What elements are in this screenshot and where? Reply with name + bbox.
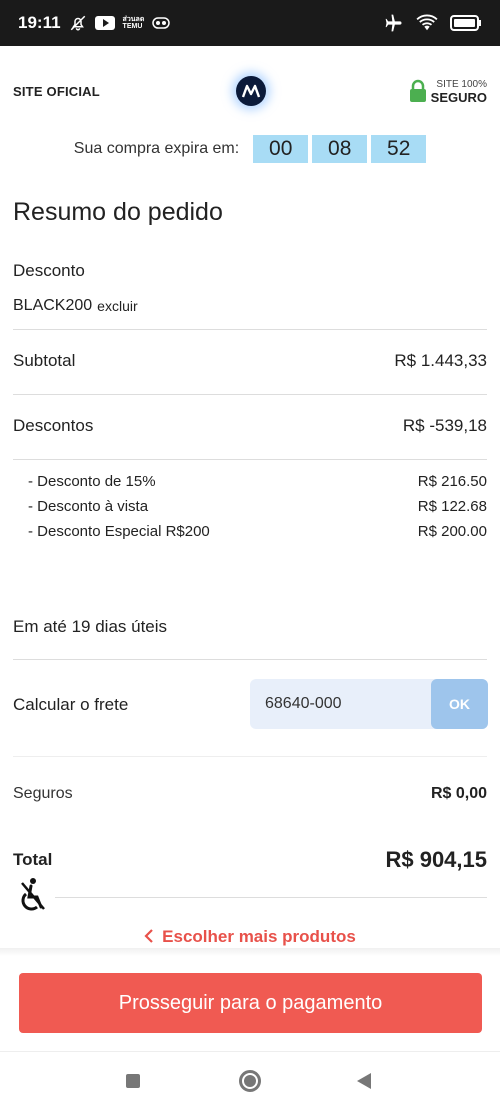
status-icons-right [384, 13, 482, 33]
choose-more-products-link[interactable]: Escolher mais produtos [0, 927, 500, 947]
secure-big-text: SEGURO [430, 90, 487, 105]
bottom-separator [0, 948, 500, 956]
discount-item: - Desconto Especial R$200 R$ 200.00 [28, 523, 487, 540]
expiry-timer: Sua compra expira em: 00 08 52 [0, 135, 500, 163]
motorola-logo[interactable] [236, 76, 266, 106]
divider [13, 659, 487, 660]
timer-hours: 00 [253, 135, 309, 163]
bell-off-icon [70, 15, 85, 31]
discount-item: - Desconto à vista R$ 122.68 [28, 498, 487, 515]
site-oficial-label: SITE OFICIAL [13, 84, 100, 99]
shipping-row: Calcular o frete [13, 695, 240, 715]
timer-label: Sua compra expira em: [73, 140, 240, 157]
subtotal-value: R$ 1.443,33 [394, 351, 487, 370]
motorola-m-icon [241, 84, 261, 98]
cep-input[interactable]: 68640-000 [250, 695, 431, 713]
lock-icon [409, 79, 426, 102]
status-time: 19:11 [18, 13, 61, 32]
accessibility-icon[interactable] [18, 877, 48, 911]
total-row: Total R$ 904,15 [13, 847, 487, 873]
coupon-code: BLACK200 [13, 297, 93, 314]
subtotal-label: Subtotal [13, 351, 76, 370]
app-icon [152, 17, 171, 29]
delivery-text: Em até 19 dias úteis [13, 617, 168, 636]
discount-item-value: R$ 122.68 [417, 498, 487, 515]
divider [13, 459, 487, 460]
timer-minutes: 08 [312, 135, 368, 163]
divider [13, 329, 487, 330]
delivery-row: Em até 19 dias úteis [13, 617, 487, 637]
divider [13, 756, 487, 757]
timer-seconds: 52 [371, 135, 427, 163]
discount-label: Desconto [13, 261, 85, 280]
insurance-row: Seguros R$ 0,00 [13, 785, 487, 803]
choose-more-products-label: Escolher mais produtos [162, 927, 356, 946]
wifi-icon [416, 14, 438, 31]
insurance-value: R$ 0,00 [430, 785, 487, 802]
insurance-label: Seguros [13, 785, 73, 802]
discount-item-value: R$ 216.50 [417, 473, 487, 490]
airplane-icon [385, 14, 402, 32]
coupon-remove-link[interactable]: excluir [97, 298, 137, 314]
total-value: R$ 904,15 [385, 847, 487, 872]
discount-section-label-row: Desconto [13, 261, 487, 281]
ok-button[interactable]: OK [431, 679, 488, 729]
status-bar: 19:11 ส่วนลด TEMU [0, 0, 500, 46]
battery-icon [450, 15, 481, 31]
discounts-row: Descontos R$ -539,18 [13, 416, 487, 436]
proceed-to-payment-button[interactable]: Prosseguir para o pagamento [19, 973, 482, 1033]
discount-item: - Desconto de 15% R$ 216.50 [28, 473, 487, 490]
divider [55, 897, 487, 898]
subtotal-row: Subtotal R$ 1.443,33 [13, 351, 487, 371]
divider [13, 394, 487, 395]
chevron-left-icon [144, 929, 153, 943]
discount-item-label: - Desconto Especial R$200 [28, 523, 210, 540]
page-title: Resumo do pedido [13, 198, 223, 226]
discount-item-value: R$ 200.00 [417, 523, 487, 540]
discount-item-label: - Desconto de 15% [28, 473, 156, 490]
android-navbar [0, 1051, 500, 1111]
secure-site-badge: SITE 100% SEGURO [409, 78, 487, 104]
discount-item-label: - Desconto à vista [28, 498, 149, 515]
temu-icon: ส่วนลด TEMU [122, 16, 145, 30]
shipping-label: Calcular o frete [13, 695, 129, 714]
home-icon[interactable] [239, 1070, 261, 1092]
page-header: SITE OFICIAL SITE 100% SEGURO [0, 46, 500, 140]
cep-field[interactable]: 68640-000 OK [250, 679, 488, 729]
recents-icon[interactable] [126, 1074, 140, 1088]
back-icon[interactable] [357, 1073, 371, 1089]
youtube-icon [94, 16, 115, 30]
discounts-value: R$ -539,18 [402, 416, 487, 435]
discounts-label: Descontos [13, 416, 94, 435]
total-label: Total [13, 850, 53, 869]
status-icons-left: ส่วนลด TEMU [69, 14, 171, 32]
coupon-row: BLACK200 excluir [13, 297, 487, 315]
